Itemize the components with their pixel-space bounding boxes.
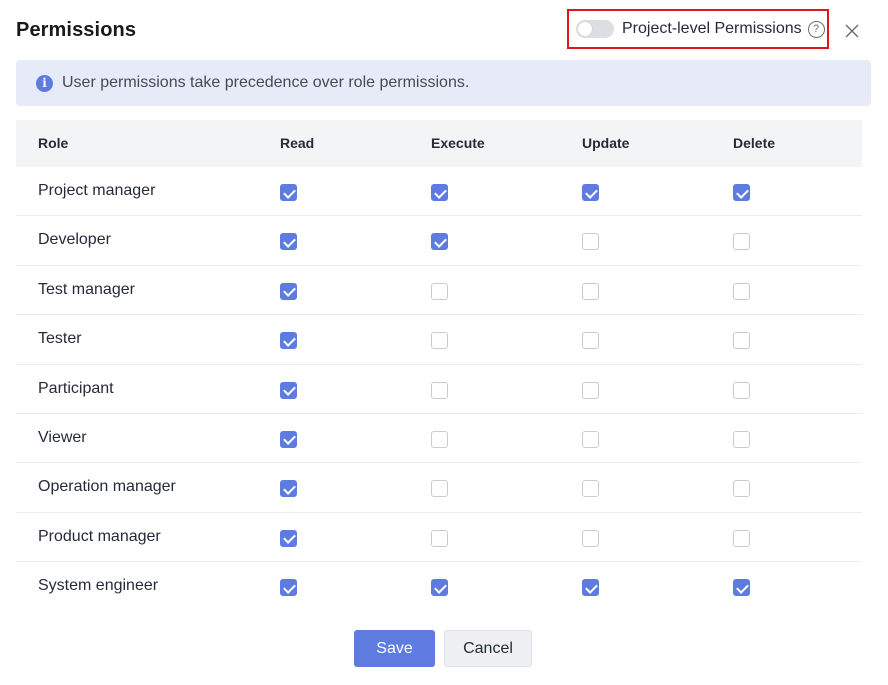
column-header-role: Role [38,135,69,151]
update-checkbox[interactable] [582,282,599,300]
delete-checkbox[interactable] [733,480,750,498]
info-text: User permissions take precedence over ro… [62,74,470,91]
update-checkbox[interactable] [582,184,599,201]
delete-checkbox[interactable] [733,529,750,547]
read-checkbox[interactable] [280,381,297,399]
dialog-header: Permissions Project-level Permissions ? [0,0,888,60]
table-row: System engineer [16,562,862,611]
info-banner: i User permissions take precedence over … [16,60,871,106]
delete-checkbox[interactable] [733,381,750,399]
execute-checkbox[interactable] [431,381,448,399]
execute-checkbox[interactable] [431,184,448,201]
table-row: Participant [16,365,862,414]
dialog-title: Permissions [16,19,137,41]
table-header: Role Read Execute Update Delete [16,120,862,167]
execute-checkbox[interactable] [431,233,448,251]
read-checkbox[interactable] [280,332,297,350]
delete-checkbox[interactable] [733,332,750,350]
role-name: System engineer [38,577,159,595]
role-name: Product manager [38,527,161,545]
question-circle-icon[interactable]: ? [807,20,825,38]
save-button[interactable]: Save [354,630,435,667]
update-checkbox[interactable] [582,529,599,547]
delete-checkbox[interactable] [733,282,750,300]
role-name: Viewer [38,428,87,446]
read-checkbox[interactable] [280,282,297,300]
role-name: Participant [38,379,114,397]
permissions-table: Role Read Execute Update Delete Project … [16,120,862,612]
update-checkbox[interactable] [582,480,599,498]
update-checkbox[interactable] [582,332,599,350]
execute-checkbox[interactable] [431,282,448,300]
toggle-label: Project-level Permissions [622,20,802,37]
cancel-button[interactable]: Cancel [444,630,532,667]
execute-checkbox[interactable] [431,430,448,448]
read-checkbox[interactable] [280,480,297,498]
execute-checkbox[interactable] [431,579,448,597]
role-name: Project manager [38,182,156,199]
table-row: Operation manager [16,463,862,513]
update-checkbox[interactable] [582,579,599,597]
delete-checkbox[interactable] [733,579,750,597]
table-row: Project manager [16,167,862,217]
table-body: Project manager Developer Test manager Test… [16,167,862,612]
update-checkbox[interactable] [582,233,599,251]
toggle-knob [578,22,592,36]
info-icon: i [36,74,53,92]
delete-checkbox[interactable] [733,233,750,251]
role-name: Developer [38,231,111,249]
read-checkbox[interactable] [280,430,297,448]
read-checkbox[interactable] [280,529,297,547]
table-row: Tester [16,315,862,365]
toggle-switch[interactable] [576,20,614,38]
read-checkbox[interactable] [280,184,297,201]
column-header-read: Read [280,135,315,151]
execute-checkbox[interactable] [431,332,448,350]
table-row: Test manager [16,266,862,316]
table-row: Product manager [16,513,862,563]
execute-checkbox[interactable] [431,529,448,547]
role-name: Tester [38,330,82,348]
role-name: Test manager [38,280,135,298]
column-header-execute: Execute [431,135,485,151]
dialog-footer: Save Cancel [0,630,888,668]
delete-checkbox[interactable] [733,430,750,448]
read-checkbox[interactable] [280,579,297,597]
column-header-delete: Delete [733,135,776,151]
close-icon[interactable] [842,20,862,40]
table-row: Developer [16,216,862,266]
update-checkbox[interactable] [582,430,599,448]
role-name: Operation manager [38,478,176,496]
read-checkbox[interactable] [280,233,297,251]
project-level-permissions-toggle[interactable]: Project-level Permissions ? [567,9,829,49]
table-row: Viewer [16,414,862,464]
execute-checkbox[interactable] [431,480,448,498]
delete-checkbox[interactable] [733,184,750,201]
update-checkbox[interactable] [582,381,599,399]
column-header-update: Update [582,135,630,151]
